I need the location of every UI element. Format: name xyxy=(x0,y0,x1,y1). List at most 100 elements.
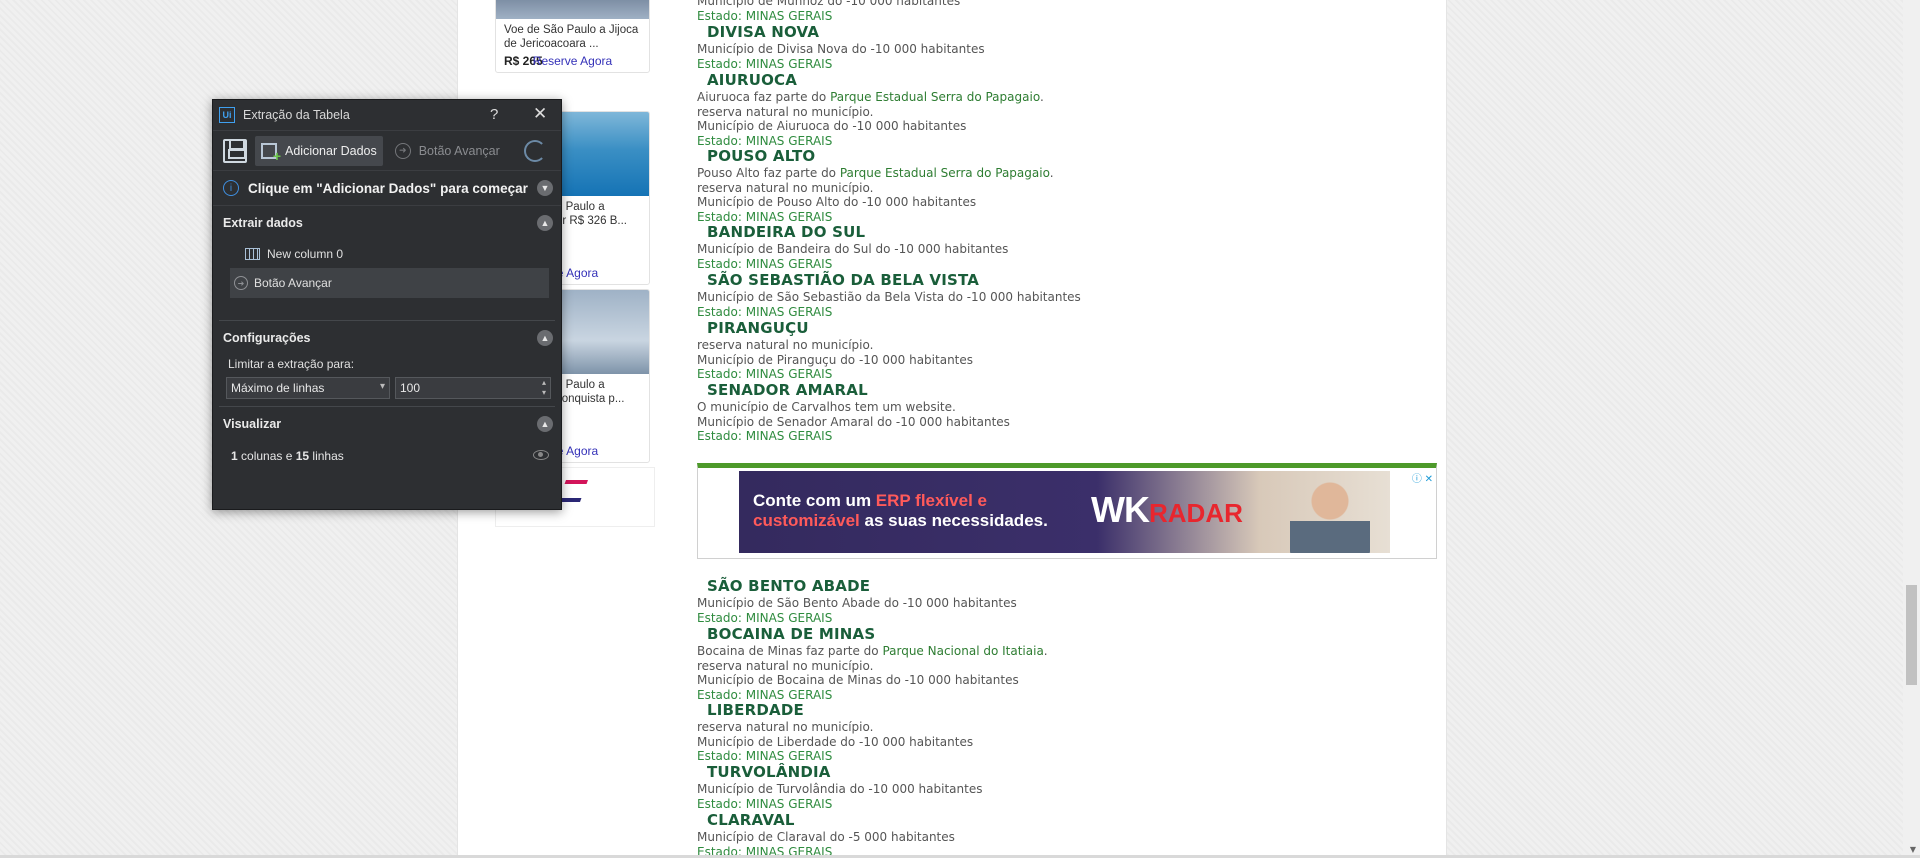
erp-banner-ad[interactable]: Conte com um ERP flexível e customizável… xyxy=(697,463,1437,559)
municipality-entry: Município de Munhoz do -10 000 habitante… xyxy=(697,0,1397,23)
entry-park-line: Pouso Alto faz parte do Parque Estadual … xyxy=(697,166,1054,180)
entry-state: Estado: MINAS GERAIS xyxy=(697,687,833,702)
municipality-entry: DIVISA NOVA Município de Divisa Nova do … xyxy=(697,23,1397,71)
airline-logo-icon xyxy=(557,480,589,502)
extract-section-header[interactable]: Extrair dados ▲ xyxy=(213,206,561,240)
municipality-entry: LIBERDADE reserva natural no município. … xyxy=(697,701,1397,764)
close-button[interactable]: ✕ xyxy=(533,104,547,124)
municipality-entry: CLARAVAL Município de Claraval do -5 000… xyxy=(697,811,1397,858)
scrollbar-thumb[interactable] xyxy=(1906,585,1917,685)
uipath-logo-icon: Ui xyxy=(219,107,235,123)
table-extraction-dialog: Ui Extração da Tabela ? ✕ Adicionar Dado… xyxy=(212,99,562,510)
config-section-header[interactable]: Configurações ▲ xyxy=(213,321,561,355)
entry-line: reserva natural no município. xyxy=(697,658,874,673)
add-table-icon xyxy=(261,142,281,164)
page-scrollbar[interactable]: ▼ xyxy=(1903,0,1920,858)
entry-line: Município de Divisa Nova do -10 000 habi… xyxy=(697,42,985,56)
entry-line: Município de São Bento Abade do -10 000 … xyxy=(697,596,1017,610)
eye-icon[interactable] xyxy=(533,450,549,460)
municipality-name[interactable]: LIBERDADE xyxy=(697,701,1397,720)
municipality-entry: BOCAINA DE MINAS Bocaina de Minas faz pa… xyxy=(697,625,1397,702)
entry-state: Estado: MINAS GERAIS xyxy=(697,749,833,763)
entry-state: Estado: MINAS GERAIS xyxy=(697,8,833,23)
dialog-titlebar[interactable]: Ui Extração da Tabela ? ✕ xyxy=(213,100,561,130)
park-link[interactable]: Parque Estadual Serra do Papagaio xyxy=(840,166,1050,180)
municipality-name[interactable]: CLARAVAL xyxy=(697,811,1397,830)
adchoices-icon[interactable]: ⓘ ✕ xyxy=(1412,470,1433,485)
municipality-name[interactable]: SÃO SEBASTIÃO DA BELA VISTA xyxy=(697,271,1397,290)
banner-highlight: ERP flexível e xyxy=(875,491,987,510)
entry-line: Município de Pouso Alto do -10 000 habit… xyxy=(697,195,977,209)
park-link[interactable]: Parque Estadual Serra do Papagaio xyxy=(830,90,1040,104)
entry-state: Estado: MINAS GERAIS xyxy=(697,56,833,71)
municipality-name[interactable]: BOCAINA DE MINAS xyxy=(697,625,1397,644)
entry-park-line: Bocaina de Minas faz parte do Parque Nac… xyxy=(697,644,1048,658)
refresh-icon[interactable] xyxy=(524,140,546,162)
config-header-label: Configurações xyxy=(223,331,311,345)
municipality-name[interactable]: SENADOR AMARAL xyxy=(697,381,1397,400)
municipality-entry: SÃO BENTO ABADE Município de São Bento A… xyxy=(697,577,1397,625)
entry-line: reserva natural no município. xyxy=(697,104,874,119)
park-prefix: Pouso Alto faz parte do xyxy=(697,166,840,180)
municipality-entry: PIRANGUÇU reserva natural no município. … xyxy=(697,319,1397,382)
banner-highlight: customizável xyxy=(753,511,860,530)
entry-line: reserva natural no município. xyxy=(697,180,874,195)
banner-line1: Conte com um xyxy=(753,491,876,510)
entry-state: Estado: MINAS GERAIS xyxy=(697,304,833,319)
add-data-button[interactable]: Adicionar Dados xyxy=(255,135,383,166)
limit-select[interactable]: Máximo de linhas xyxy=(226,377,390,399)
reserve-button[interactable]: Reserve Agora xyxy=(496,54,649,68)
municipality-name[interactable]: BANDEIRA DO SUL xyxy=(697,223,1397,242)
person-photo xyxy=(1290,477,1370,553)
municipality-name[interactable]: AIURUOCA xyxy=(697,71,1397,90)
ad-image xyxy=(496,0,649,19)
municipality-entry: SÃO SEBASTIÃO DA BELA VISTA Município de… xyxy=(697,271,1397,319)
save-icon[interactable] xyxy=(223,138,247,163)
entry-line: Município de Bandeira do Sul do -10 000 … xyxy=(697,242,1009,256)
next-button-label: Botão Avançar xyxy=(418,143,500,158)
next-arrow-icon: ➜ xyxy=(234,276,248,290)
entry-line: O município de Carvalhos tem um website. xyxy=(697,400,956,414)
add-data-label: Adicionar Dados xyxy=(285,143,377,158)
chevron-down-icon[interactable]: ▼ xyxy=(537,180,553,196)
help-button[interactable]: ? xyxy=(490,106,498,123)
scroll-down-arrow-icon[interactable]: ▼ xyxy=(1910,845,1916,854)
municipality-name[interactable]: TURVOLÂNDIA xyxy=(697,763,1397,782)
next-button-toolbar[interactable]: ➜ Botão Avançar xyxy=(394,142,500,159)
preview-rows-suffix: linhas xyxy=(309,449,344,463)
municipality-name[interactable]: DIVISA NOVA xyxy=(697,23,1397,42)
entry-line: Município de Turvolândia do -10 000 habi… xyxy=(697,782,983,796)
entry-state: Estado: MINAS GERAIS xyxy=(697,429,833,443)
park-link[interactable]: Parque Nacional do Itatiaia xyxy=(882,644,1043,658)
chevron-up-icon[interactable]: ▲ xyxy=(537,215,553,231)
municipality-name[interactable]: POUSO ALTO xyxy=(697,147,1397,166)
banner-line2: as suas necessidades. xyxy=(859,511,1048,530)
limit-number-input[interactable]: 100 xyxy=(395,377,551,399)
entry-line: Município de Piranguçu do -10 000 habita… xyxy=(697,352,974,367)
preview-section-header[interactable]: Visualizar ▲ xyxy=(213,407,561,441)
dialog-toolbar: Adicionar Dados ➜ Botão Avançar xyxy=(213,130,561,170)
entry-line: Município de Munhoz do -10 000 habitante… xyxy=(697,0,961,8)
chevron-up-icon[interactable]: ▲ xyxy=(537,330,553,346)
preview-cols: 1 xyxy=(231,449,238,463)
next-button-item[interactable]: ➜ Botão Avançar xyxy=(230,268,549,298)
logo-wk: WK xyxy=(1091,489,1150,530)
next-arrow-icon: ➜ xyxy=(394,142,411,159)
municipality-name[interactable]: PIRANGUÇU xyxy=(697,319,1397,338)
entry-line: Município de Senador Amaral do -10 000 h… xyxy=(697,414,1010,429)
preview-rows: 15 xyxy=(295,449,310,463)
municipality-name[interactable]: SÃO BENTO ABADE xyxy=(697,577,1397,596)
entry-line: reserva natural no município. xyxy=(697,338,874,352)
banner-image: Conte com um ERP flexível e customizável… xyxy=(739,471,1390,553)
banner-text: Conte com um ERP flexível e customizável… xyxy=(753,491,1048,531)
column-item[interactable]: New column 0 xyxy=(213,240,561,268)
wk-radar-logo: WKRADAR xyxy=(1091,489,1243,531)
entry-state: Estado: MINAS GERAIS xyxy=(697,367,833,381)
limit-row: Máximo de linhas 100 xyxy=(213,377,561,399)
limit-label: Limitar a extração para: xyxy=(228,357,355,371)
ad-card-flight-1[interactable]: Voe de São Paulo a Jijoca de Jericoacoar… xyxy=(495,0,650,73)
entry-line: Município de Claraval do -5 000 habitant… xyxy=(697,830,955,844)
entry-state: Estado: MINAS GERAIS xyxy=(697,256,833,271)
chevron-up-icon[interactable]: ▲ xyxy=(537,416,553,432)
entry-line: Município de São Sebastião da Bela Vista… xyxy=(697,290,1081,304)
